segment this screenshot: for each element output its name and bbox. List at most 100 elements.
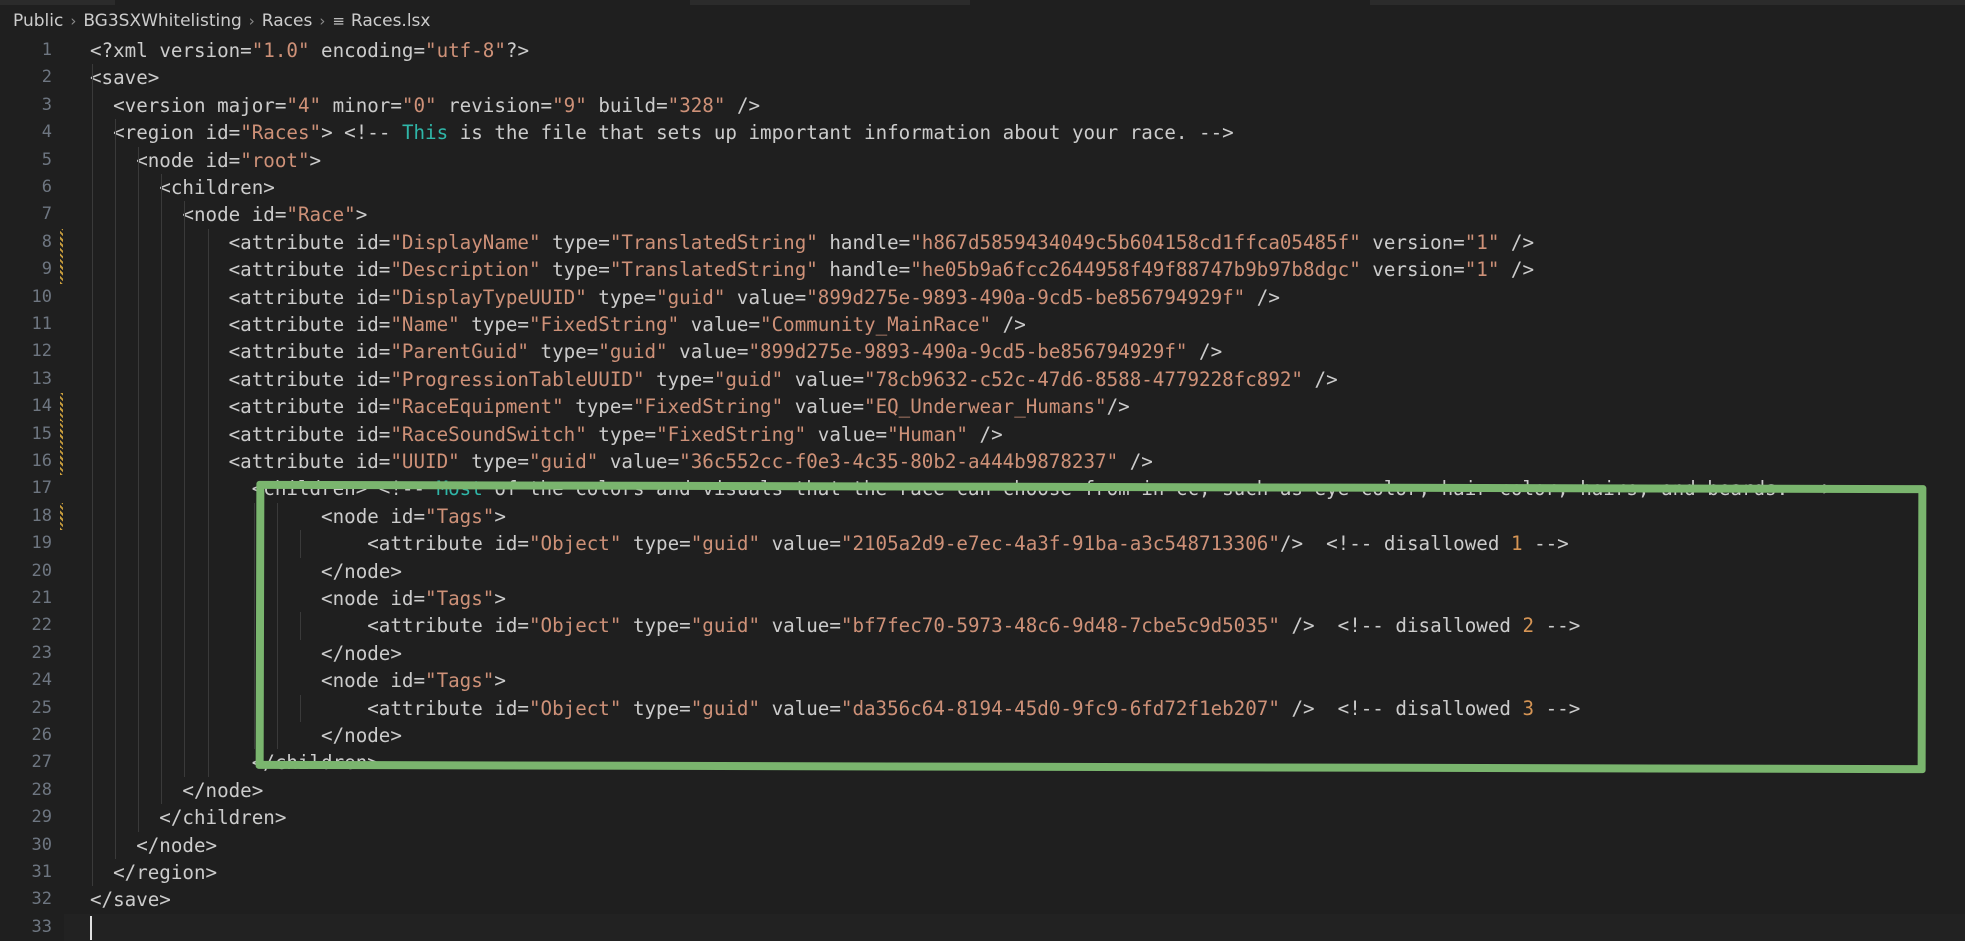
code-line[interactable]: 33 (0, 913, 1965, 941)
code-token: <attribute (90, 230, 356, 254)
code-token: <attribute (90, 422, 356, 446)
code-token: "899d275e-9893-490a-9cd5-be856794929f" (748, 340, 1188, 364)
code-text: <attribute id="UUID" type="guid" value="… (90, 448, 1153, 475)
code-text: <attribute id="ProgressionTableUUID" typ… (90, 366, 1338, 393)
code-line[interactable]: 5 <node id="root"> (0, 147, 1965, 174)
breadcrumb-file[interactable]: Races.lsx (351, 11, 431, 31)
code-token: "DisplayName" (390, 230, 541, 254)
code-token: /> (1118, 450, 1153, 473)
code-token: handle= (817, 230, 911, 254)
code-token: type= (540, 258, 610, 282)
code-token: type= (644, 367, 714, 391)
code-token: "1" (1464, 230, 1500, 254)
indent-guide (138, 146, 140, 832)
code-line[interactable]: 8 <attribute id="DisplayName" type="Tran… (0, 228, 1965, 257)
code-token: type= (540, 230, 610, 254)
code-token: type= (586, 422, 657, 446)
line-number: 22 (31, 615, 52, 636)
code-token: "Description" (390, 258, 541, 282)
code-line[interactable]: 16 <attribute id="UUID" type="guid" valu… (0, 448, 1965, 476)
line-number: 30 (31, 834, 52, 855)
code-token: minor= (321, 93, 402, 117)
code-token: value= (806, 422, 888, 446)
code-token: "ProgressionTableUUID" (390, 367, 645, 391)
breadcrumb-item-bg3sxwhitelisting[interactable]: BG3SXWhitelisting (83, 11, 241, 31)
code-line[interactable]: 3 <version major="4" minor="0" revision=… (0, 92, 1965, 119)
code-line[interactable]: 12 <attribute id="ParentGuid" type="guid… (0, 338, 1965, 365)
code-line[interactable]: 11 <attribute id="Name" type="FixedStrin… (0, 311, 1965, 338)
code-token: version= (1360, 230, 1465, 254)
code-token: "DisplayTypeUUID" (390, 285, 587, 309)
breadcrumb-item-public[interactable]: Public (13, 11, 63, 31)
code-text: <attribute id="Description" type="Transl… (90, 256, 1534, 283)
code-token: type= (586, 285, 657, 309)
code-token: "FixedString" (632, 395, 784, 419)
code-token: "Race" (286, 203, 356, 227)
code-token: value= (679, 313, 761, 336)
code-token: is the file that sets up important infor… (448, 121, 1234, 145)
code-token: /> (1303, 367, 1338, 391)
code-line[interactable]: 15 <attribute id="RaceSoundSwitch" type=… (0, 420, 1965, 448)
line-number: 5 (41, 149, 52, 170)
indent-guide (207, 228, 209, 777)
code-text: </save> (90, 886, 171, 913)
code-token: encoding= (309, 39, 426, 62)
code-token: "328" (667, 93, 726, 117)
code-line[interactable]: 1 <?xml version="1.0" encoding="utf-8"?> (0, 37, 1965, 64)
code-token: "he05b9a6fcc2644958f49f88747b9b97b8dgc" (910, 258, 1361, 282)
code-token: <attribute (90, 367, 356, 391)
code-line[interactable]: 30 </node> (0, 832, 1965, 859)
code-text: </region> (90, 859, 217, 886)
code-token: <!-- (344, 121, 402, 145)
code-token: type= (459, 450, 529, 473)
code-token: "TranslatedString" (609, 230, 818, 254)
line-number: 20 (31, 560, 52, 581)
code-token: "Community_MainRace" (760, 313, 992, 336)
code-line[interactable]: 4 <region id="Races"> <!-- This is the f… (0, 119, 1965, 146)
code-line[interactable]: 32 </save> (0, 886, 1965, 913)
code-token: id= (355, 367, 391, 391)
code-token: type= (563, 395, 633, 419)
code-token: <attribute (90, 313, 356, 336)
text-cursor (90, 915, 92, 940)
code-token: "guid" (598, 340, 668, 364)
code-line[interactable]: 10 <attribute id="DisplayTypeUUID" type=… (0, 284, 1965, 311)
code-token: "1" (1464, 258, 1500, 282)
line-number: 2 (41, 67, 52, 88)
code-token: "36c552cc-f0e3-4c35-80b2-a444b9878237" (679, 450, 1119, 473)
code-line[interactable]: 13 <attribute id="ProgressionTableUUID" … (0, 366, 1965, 393)
line-number: 16 (31, 451, 52, 471)
code-line[interactable]: 2 <save> (0, 64, 1965, 91)
code-line[interactable]: 29 </children> (0, 804, 1965, 831)
code-token: /> (1187, 340, 1223, 364)
code-token: </node> (90, 833, 218, 857)
line-number: 8 (41, 231, 52, 252)
code-token: <children> (90, 176, 275, 199)
code-token: /> (1499, 230, 1535, 254)
line-number: 24 (31, 670, 52, 691)
breadcrumb-item-races[interactable]: Races (262, 11, 313, 31)
code-line[interactable]: 14 <attribute id="RaceEquipment" type="F… (0, 393, 1965, 421)
line-number: 18 (31, 505, 52, 526)
line-number: 25 (31, 697, 52, 718)
indent-guide (161, 174, 163, 805)
indent-guide (253, 502, 255, 750)
code-text: <children> (90, 174, 275, 201)
code-line[interactable]: 7 <node id="Race"> (0, 201, 1965, 228)
line-number: 14 (31, 396, 52, 417)
code-token: id= (205, 148, 241, 172)
line-number: 6 (41, 177, 52, 197)
code-text: <save> (90, 64, 159, 91)
code-text: <attribute id="ParentGuid" type="guid" v… (90, 338, 1223, 365)
code-line[interactable]: 6 <children> (0, 174, 1965, 201)
code-token: "Human" (887, 422, 968, 446)
code-token: id= (355, 258, 391, 282)
line-number: 29 (31, 807, 52, 828)
code-line[interactable]: 28 </node> (0, 777, 1965, 804)
code-line[interactable]: 9 <attribute id="Description" type="Tran… (0, 256, 1965, 284)
line-number: 23 (31, 642, 52, 663)
code-token: major= (217, 93, 287, 117)
code-line[interactable]: 31 </region> (0, 859, 1965, 886)
code-token: "UUID" (390, 450, 460, 473)
line-number: 3 (41, 94, 52, 115)
